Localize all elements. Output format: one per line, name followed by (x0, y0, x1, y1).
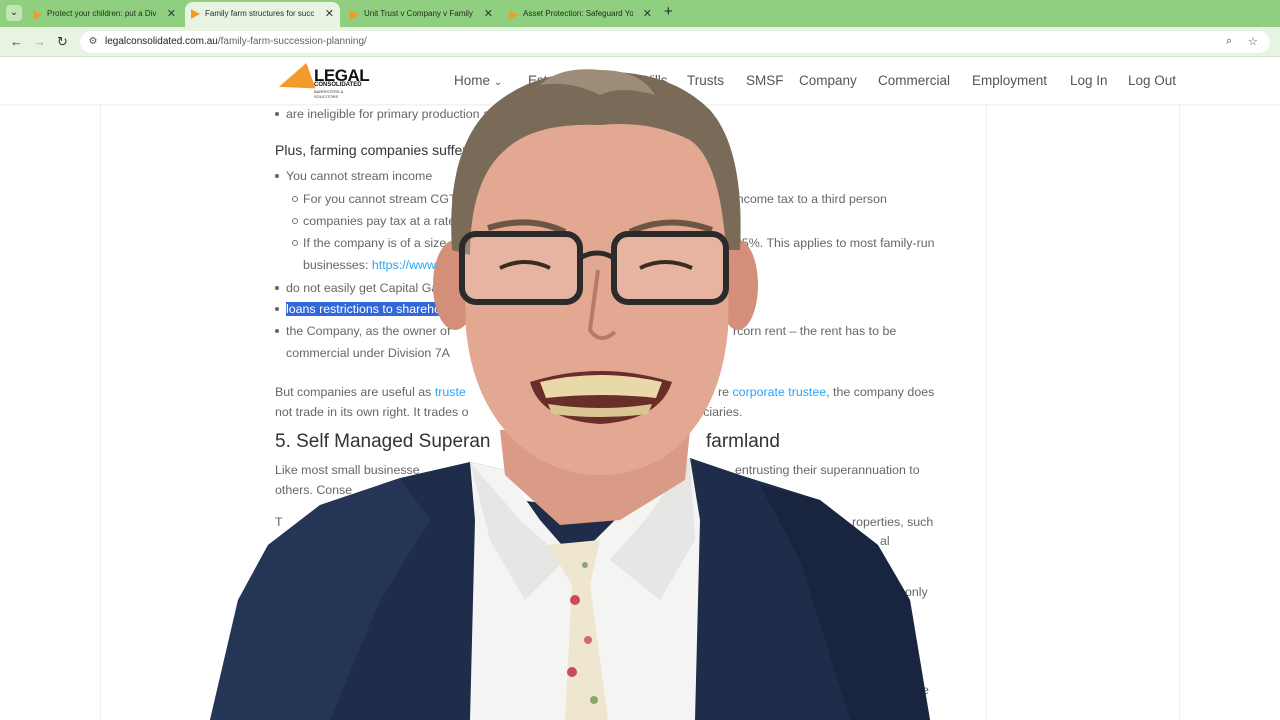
tab-title: Protect your children: put a Div (47, 9, 157, 18)
nav-estate-planning[interactable]: Estate Planning & Wills (528, 73, 668, 88)
text-span: businesses: (303, 258, 369, 272)
tab-title: Family farm structures for succ (205, 9, 315, 18)
trustee-link[interactable]: truste (435, 385, 466, 399)
paragraph: Like most small businesse (275, 463, 420, 477)
nav-trusts[interactable]: Trusts (687, 73, 724, 88)
close-icon[interactable]: ✕ (484, 3, 493, 25)
tab-title: Unit Trust v Company v Family (364, 9, 473, 18)
text-span: But companies are useful as (275, 385, 432, 399)
section-subheading: Plus, farming companies suffer in (275, 142, 482, 158)
site-favicon-icon (350, 10, 359, 20)
sub-list-item-cont: income tax to a third person (734, 192, 887, 206)
sub-list-item: For you cannot stream CGT to (291, 192, 471, 206)
sub-list-item-cont: 25%. This applies to most family-run (735, 236, 935, 250)
url-domain: legalconsolidated.com.au (105, 36, 218, 47)
corporate-trustee-link[interactable]: corporate trustee (732, 385, 826, 399)
browser-tab[interactable]: Protect your children: put a Div ✕ (27, 3, 182, 27)
tab-title: Asset Protection: Safeguard You (523, 9, 633, 18)
ato-link[interactable]: https://www.a (372, 258, 446, 272)
logo-tagline: BARRISTERS & SOLICITORS (314, 89, 344, 99)
nav-commercial[interactable]: Commercial (878, 73, 950, 88)
paragraph-fragment: only (905, 585, 928, 599)
list-item: You cannot stream income (274, 169, 433, 183)
sub-list-item: companies pay tax at a rate (291, 214, 456, 228)
forward-arrow-icon[interactable]: → (33, 34, 46, 50)
list-item: do not easily get Capital Gains (274, 281, 455, 295)
sub-list-item-cont: businesses: https://www.a (303, 257, 446, 273)
list-item-cont: commercial under Division 7A (286, 346, 450, 360)
logo-mark-icon (274, 62, 316, 101)
paragraph-fragment: roperties, such (852, 515, 934, 529)
selected-text[interactable]: loans restrictions to shareholde (286, 302, 458, 316)
paragraph-cont: not trade in its own right. It trades o (275, 405, 469, 419)
site-favicon-icon (33, 10, 42, 20)
browser-toolbar: ← → ↻ ⚙ legalconsolidated.com.au/family-… (0, 27, 1280, 57)
chevron-down-icon: ⌄ (493, 77, 503, 88)
nav-home-label: Home (454, 73, 491, 88)
nav-login[interactable]: Log In (1070, 73, 1108, 88)
paragraph-cont: entrusting their superannuation to (735, 463, 920, 477)
paragraph-fragment: T (275, 515, 283, 529)
list-item: are ineligible for primary production av… (274, 107, 538, 121)
site-favicon-icon (509, 10, 518, 20)
text-span: re (718, 385, 730, 399)
browser-tab[interactable]: Asset Protection: Safeguard You ✕ (503, 3, 658, 27)
close-icon[interactable]: ✕ (167, 3, 176, 25)
nav-smsf[interactable]: SMSF (746, 73, 784, 88)
section-heading-cont: farmland (706, 431, 780, 452)
browser-tab-active[interactable]: Family farm structures for succ ✕ (185, 2, 340, 28)
tab-search-chevron-icon[interactable]: ⌄ (6, 5, 22, 21)
logo-subtitle: CONSOLIDATED (314, 82, 362, 88)
paragraph: But companies are useful as truste (275, 384, 466, 400)
bookmark-star-icon[interactable]: ☆ (1248, 35, 1258, 48)
reload-icon[interactable]: ↻ (57, 34, 68, 50)
url-path: /family-farm-succession-planning/ (217, 36, 367, 47)
back-arrow-icon[interactable]: ← (10, 34, 23, 50)
paragraph-cont: others. Conse (275, 483, 353, 497)
browser-tab-strip: ⌄ Protect your children: put a Div ✕ Fam… (0, 0, 1280, 28)
site-info-icon[interactable]: ⚙ (86, 35, 100, 49)
site-header: LEGAL CONSOLIDATED BARRISTERS & SOLICITO… (0, 58, 1280, 104)
url-text: legalconsolidated.com.au/family-farm-suc… (105, 36, 367, 47)
paragraph-cont: re corporate trustee, the company does (718, 384, 934, 400)
paragraph-fragment: e (922, 683, 929, 697)
browser-tab[interactable]: Unit Trust v Company v Family ✕ (344, 3, 499, 27)
sidebar-divider (986, 104, 987, 720)
paragraph-cont: ficiaries. (697, 405, 743, 419)
sub-list-item: If the company is of a size (291, 236, 447, 250)
close-icon[interactable]: ✕ (325, 2, 334, 26)
content-frame (100, 104, 1180, 720)
nav-home[interactable]: Home ⌄ (454, 73, 502, 88)
nav-company[interactable]: Company (799, 73, 857, 88)
list-item-cont: rcorn rent – the rent has to be (733, 324, 897, 338)
site-favicon-icon (191, 9, 200, 19)
list-item: the Company, as the owner of (274, 324, 451, 338)
text-span: , the company does (826, 385, 935, 399)
section-heading: 5. Self Managed Superan (275, 431, 491, 452)
nav-logout[interactable]: Log Out (1128, 73, 1176, 88)
zoom-icon[interactable]: ⌕ (1226, 35, 1232, 48)
paragraph-fragment: al (880, 534, 890, 548)
new-tab-plus-icon[interactable]: + (664, 3, 673, 20)
address-bar[interactable]: ⚙ legalconsolidated.com.au/family-farm-s… (80, 31, 1270, 53)
close-icon[interactable]: ✕ (643, 3, 652, 25)
list-item-highlighted: loans restrictions to shareholde (275, 301, 458, 317)
site-logo[interactable]: LEGAL CONSOLIDATED BARRISTERS & SOLICITO… (274, 62, 370, 101)
nav-employment[interactable]: Employment (972, 73, 1047, 88)
